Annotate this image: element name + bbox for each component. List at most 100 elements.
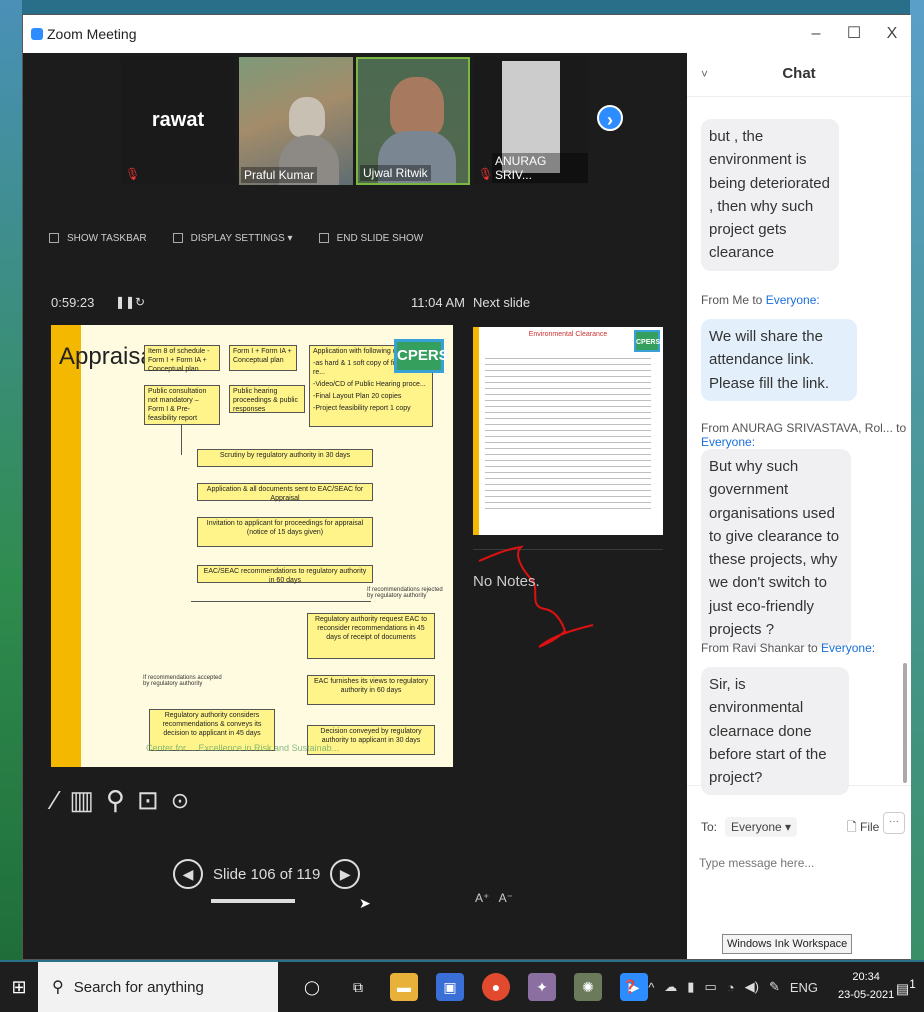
minimize-button[interactable]: – — [797, 15, 835, 53]
chat-sender: From Ravi Shankar to Everyone: — [701, 641, 875, 655]
reset-icon[interactable]: ↻ — [135, 295, 145, 309]
task-view-icon[interactable]: ⧉ — [344, 973, 372, 1001]
zoom-app-icon — [31, 28, 43, 40]
display-icon — [172, 233, 183, 243]
zoom-meeting-window: Zoom Meeting – ☐ X rawat 🎙 Praful Kumar … — [22, 14, 911, 960]
taskbar-search[interactable]: ⚲ Search for anything — [38, 962, 278, 1012]
participant-tile-rawat[interactable]: rawat 🎙 — [121, 57, 235, 185]
pinned-apps: ◯ ⧉ ▬ ▣ ● ✦ ✺ ▶ — [298, 973, 666, 1001]
participant-tile-praful[interactable]: Praful Kumar — [239, 57, 353, 185]
muted-mic-icon: 🎙 — [125, 167, 141, 181]
flow-connector — [191, 601, 371, 602]
flow-connector — [181, 425, 182, 455]
pen-workspace-icon[interactable]: ✎ — [769, 979, 780, 995]
current-slide: Appraisal Item 8 of schedule - Form I + … — [51, 325, 453, 767]
participant-name: ANURAG SRIV... — [492, 153, 588, 183]
previous-slide-button[interactable]: ◀ — [173, 859, 203, 889]
notification-center-icon[interactable]: ▤1 — [896, 978, 916, 998]
chat-message: But why such government organisations us… — [701, 449, 851, 647]
chat-title: Chat — [782, 65, 816, 82]
chevron-up-icon[interactable]: ^ — [648, 980, 654, 995]
flow-box: Item 8 of schedule - Form I + Form IA + … — [144, 345, 220, 373]
flow-note: If recommendations rejected by regulator… — [367, 587, 443, 599]
language-indicator[interactable]: ENG — [790, 980, 818, 995]
windows-start-icon[interactable]: ⊞ — [0, 977, 38, 998]
muted-mic-icon: 🎙 — [478, 167, 494, 181]
chat-message: We will share the attendance link. Pleas… — [701, 319, 857, 401]
chat-sender: From Me to Everyone: — [701, 293, 820, 307]
file-button[interactable]: 🗋 File — [847, 818, 879, 839]
windows-taskbar: ⊞ ⚲ Search for anything ◯ ⧉ ▬ ▣ ● ✦ ✺ ▶ … — [0, 962, 924, 1012]
display-settings-button[interactable]: DISPLAY SETTINGS ▾ — [172, 232, 293, 244]
participant-video — [289, 97, 325, 137]
end-slide-show-label: END SLIDE SHOW — [336, 232, 424, 244]
show-taskbar-button[interactable]: SHOW TASKBAR — [49, 233, 147, 244]
taskbar-clock[interactable]: 20:34 23-05-2021 — [838, 968, 894, 1004]
notes-font-size-buttons[interactable]: A⁺ A⁻ — [475, 891, 513, 905]
more-options-button[interactable]: ··· — [883, 812, 905, 834]
notification-count: 1 — [909, 978, 916, 991]
next-participants-button[interactable]: › — [597, 105, 623, 131]
docs-item: -Video/CD of Public Hearing proce... — [313, 381, 426, 389]
show-taskbar-label: SHOW TASKBAR — [67, 232, 147, 244]
recipient-dropdown[interactable]: Everyone ▾ — [725, 817, 798, 837]
title-bar: Zoom Meeting – ☐ X — [23, 15, 911, 53]
cortana-icon[interactable]: ◯ — [298, 973, 326, 1001]
file-label: File — [859, 820, 880, 834]
chat-header: ˅ Chat — [687, 53, 911, 97]
next-slide-button[interactable]: ▶ — [330, 859, 361, 889]
network-icon[interactable]: ◔ — [727, 980, 735, 995]
slide-grid-icon[interactable]: ▥ — [69, 785, 94, 816]
cloud-icon[interactable]: ☁ — [664, 979, 677, 995]
store-icon[interactable]: ▣ — [436, 973, 464, 1001]
participant-tile-ujwal[interactable]: Ujwal Ritwik — [356, 57, 470, 185]
display-icon[interactable]: ▭ — [704, 979, 716, 995]
slide-watermark: Center for ... Excellence in Risk and Su… — [146, 743, 340, 753]
taskbar-time: 20:34 — [852, 971, 880, 983]
magnifier-icon[interactable]: ⚲ — [106, 785, 125, 816]
maximize-button[interactable]: ☐ — [835, 15, 873, 53]
search-placeholder: Search for anything — [73, 978, 204, 996]
participant-tile-anurag[interactable]: ANURAG SRIV... 🎙 — [474, 57, 588, 185]
mouse-cursor-icon: ➤ — [359, 895, 371, 911]
flow-note: If recommendations accepted by regulator… — [143, 675, 222, 687]
system-tray: ❓ ^ ☁ ▮ ▭ ◔ ◀) ✎ ENG — [622, 962, 828, 1012]
app-icon[interactable]: ✺ — [574, 973, 602, 1001]
next-slide-preview[interactable]: Environmental Clearance CPERS — [473, 327, 663, 535]
recipient-label: Everyone: — [765, 293, 820, 307]
end-slide-show-button[interactable]: END SLIDE SHOW — [318, 232, 424, 244]
volume-icon[interactable]: ◀) — [745, 979, 759, 995]
sender-label: From ANURAG SRIVASTAVA, Rol... to — [701, 421, 907, 435]
help-icon[interactable]: ❓ — [622, 979, 638, 995]
search-icon: ⚲ — [52, 979, 64, 996]
slide-navigation: ◀ Slide 106 of 119 ▶ — [173, 859, 361, 889]
recipient-selector: To: Everyone ▾ — [701, 817, 798, 837]
taskbar-date: 23-05-2021 — [838, 989, 895, 1001]
flow-box: Application & all documents sent to EAC/… — [197, 483, 373, 502]
flow-box: EAC furnishes its views to regulatory au… — [307, 675, 435, 705]
elapsed-timer: 0:59:23 — [51, 295, 95, 310]
end-show-icon — [318, 233, 329, 243]
speaker-notes: No Notes. — [473, 573, 540, 590]
red-ink-annotation — [478, 545, 594, 648]
chat-scrollbar[interactable] — [903, 663, 907, 783]
chrome-icon[interactable]: ● — [482, 973, 510, 1001]
chat-sender: From ANURAG SRIVASTAVA, Rol... to Everyo… — [701, 421, 911, 449]
window-title: Zoom Meeting — [47, 26, 137, 42]
subtitle-icon[interactable]: ⊡ — [137, 785, 159, 816]
file-explorer-icon[interactable]: ▬ — [390, 973, 418, 1001]
pen-icon[interactable]: ⁄ — [53, 785, 57, 816]
more-options-icon[interactable]: ⊙ — [171, 788, 189, 814]
desktop-wallpaper-right — [910, 0, 924, 960]
pause-icon[interactable]: ❚❚ — [115, 295, 135, 309]
chat-message-input[interactable] — [699, 856, 899, 870]
next-slide-stripe — [473, 327, 479, 535]
flow-box: Scrutiny by regulatory authority in 30 d… — [197, 449, 373, 467]
slide-progress-bar — [211, 899, 295, 903]
video-gallery-strip: rawat 🎙 Praful Kumar Ujwal Ritwik ANURAG… — [23, 53, 687, 203]
recipient-label: Everyone: — [701, 435, 756, 449]
battery-icon[interactable]: ▮ — [687, 979, 694, 995]
display-settings-label: DISPLAY SETTINGS ▾ — [190, 232, 293, 244]
app-icon[interactable]: ✦ — [528, 973, 556, 1001]
close-button[interactable]: X — [873, 15, 911, 53]
